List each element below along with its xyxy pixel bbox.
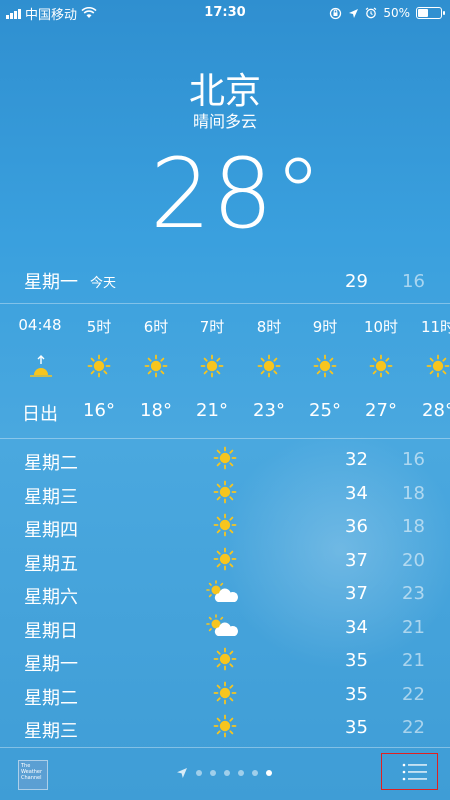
day-high: 35 xyxy=(345,683,368,705)
day-high: 37 xyxy=(345,583,368,604)
hour-label: 6时 xyxy=(143,318,169,336)
day-high: 35 xyxy=(345,650,368,671)
day-name: 星期日 xyxy=(24,620,78,642)
hour-temperature: 27° xyxy=(365,400,397,421)
hour-label: 11时 xyxy=(420,318,450,336)
day-name: 星期二 xyxy=(24,687,78,709)
sun-icon xyxy=(213,547,247,573)
day-name: 星期四 xyxy=(24,520,78,541)
day-row: 星期六 37 23 xyxy=(0,577,450,611)
status-time: 17:30 xyxy=(204,5,246,20)
sun-icon xyxy=(426,354,450,380)
hour-label: 04:48 xyxy=(18,316,62,334)
day-row: 星期日 34 21 xyxy=(0,611,450,645)
page-dot[interactable] xyxy=(238,770,244,776)
day-high: 37 xyxy=(345,549,368,571)
hour-temperature: 21° xyxy=(196,400,228,421)
bottom-bar: The Weather Channel xyxy=(0,748,450,800)
sunrise-icon xyxy=(28,354,52,380)
day-low: 23 xyxy=(402,583,425,604)
page-dot[interactable] xyxy=(210,770,216,776)
day-row: 星期四 36 18 xyxy=(0,510,450,544)
page-dot[interactable] xyxy=(196,770,202,776)
day-name: 星期六 xyxy=(24,587,78,608)
hour-label: 9时 xyxy=(312,318,338,336)
day-low: 22 xyxy=(402,683,425,705)
day-name: 星期五 xyxy=(24,553,78,575)
hourly-forecast[interactable]: 04:48 日出 5时 16° 6时 18° 7时 21° 8时 23° 9时 25° 10时 27° 1… xyxy=(0,304,450,434)
day-low: 18 xyxy=(402,516,425,537)
today-tag: 今天 xyxy=(90,275,117,291)
day-name: 星期二 xyxy=(24,453,78,474)
battery-icon xyxy=(416,7,445,19)
day-high: 34 xyxy=(345,616,368,638)
logo-text: The Weather Channel xyxy=(21,763,43,781)
battery-level xyxy=(418,9,428,17)
hour-temperature: 日出 xyxy=(22,404,58,425)
day-low: 18 xyxy=(402,482,425,504)
sun-icon xyxy=(313,354,337,380)
day-high: 32 xyxy=(345,449,368,470)
day-high: 34 xyxy=(345,482,368,504)
sun-icon xyxy=(213,681,247,707)
sun-icon xyxy=(369,354,393,380)
hour-temperature: 18° xyxy=(140,400,172,421)
sun-icon xyxy=(257,354,281,380)
list-icon xyxy=(402,763,427,781)
partly-cloudy-icon xyxy=(206,580,240,606)
hour-temperature: 23° xyxy=(253,400,285,421)
day-row: 星期三 35 22 xyxy=(0,711,450,745)
day-row: 星期二 32 16 xyxy=(0,443,450,477)
sun-icon xyxy=(87,354,111,380)
day-name: 星期三 xyxy=(24,721,78,742)
sun-icon xyxy=(213,446,247,472)
location-arrow-icon xyxy=(177,768,187,778)
hour-temperature: 28° xyxy=(422,400,450,421)
today-low: 16 xyxy=(402,270,425,292)
hour-temperature: 16° xyxy=(83,400,115,421)
partly-cloudy-icon xyxy=(206,613,240,640)
divider-middle xyxy=(0,438,450,439)
day-low: 22 xyxy=(402,717,425,738)
daily-forecast[interactable]: 星期二 32 16 星期三 34 18 星期四 36 18 星期五 37 20 星期六 37 23 星期日 … xyxy=(0,443,450,745)
day-row: 星期二 35 22 xyxy=(0,678,450,712)
sun-icon xyxy=(144,354,168,380)
today-row: 星期一 今天 29 16 xyxy=(0,262,450,300)
page-dot[interactable] xyxy=(224,770,230,776)
city-name: 北京 xyxy=(188,71,261,112)
day-high: 36 xyxy=(345,516,368,537)
day-row: 星期三 34 18 xyxy=(0,477,450,511)
sun-icon xyxy=(200,354,224,380)
hour-temperature: 25° xyxy=(309,400,341,421)
status-bar: 中国移动 17:30 50% xyxy=(0,0,450,26)
day-low: 21 xyxy=(402,616,425,638)
sun-icon xyxy=(213,647,247,673)
sun-icon xyxy=(213,714,247,740)
day-low: 20 xyxy=(402,549,425,571)
page-dot[interactable] xyxy=(252,770,258,776)
day-row: 星期五 37 20 xyxy=(0,544,450,578)
today-high: 29 xyxy=(345,270,368,292)
hour-label: 5时 xyxy=(86,318,112,336)
weather-condition: 晴间多云 xyxy=(192,112,257,131)
hour-label: 8时 xyxy=(256,318,282,336)
day-low: 21 xyxy=(402,650,425,671)
page-indicator[interactable] xyxy=(176,767,272,779)
day-high: 35 xyxy=(345,717,368,738)
hour-label: 10时 xyxy=(363,318,399,336)
page-dot[interactable] xyxy=(266,770,272,776)
hour-label: 7时 xyxy=(199,318,225,336)
today-day: 星期一 xyxy=(24,272,78,293)
sun-icon xyxy=(213,480,247,506)
day-name: 星期三 xyxy=(24,486,78,508)
day-low: 16 xyxy=(402,449,425,470)
day-name: 星期一 xyxy=(24,654,78,675)
sun-icon xyxy=(213,513,247,539)
weather-channel-logo[interactable]: The Weather Channel xyxy=(18,760,48,790)
city-list-button[interactable] xyxy=(381,753,438,790)
current-temperature: 28° xyxy=(150,138,324,250)
day-row: 星期一 35 21 xyxy=(0,644,450,678)
